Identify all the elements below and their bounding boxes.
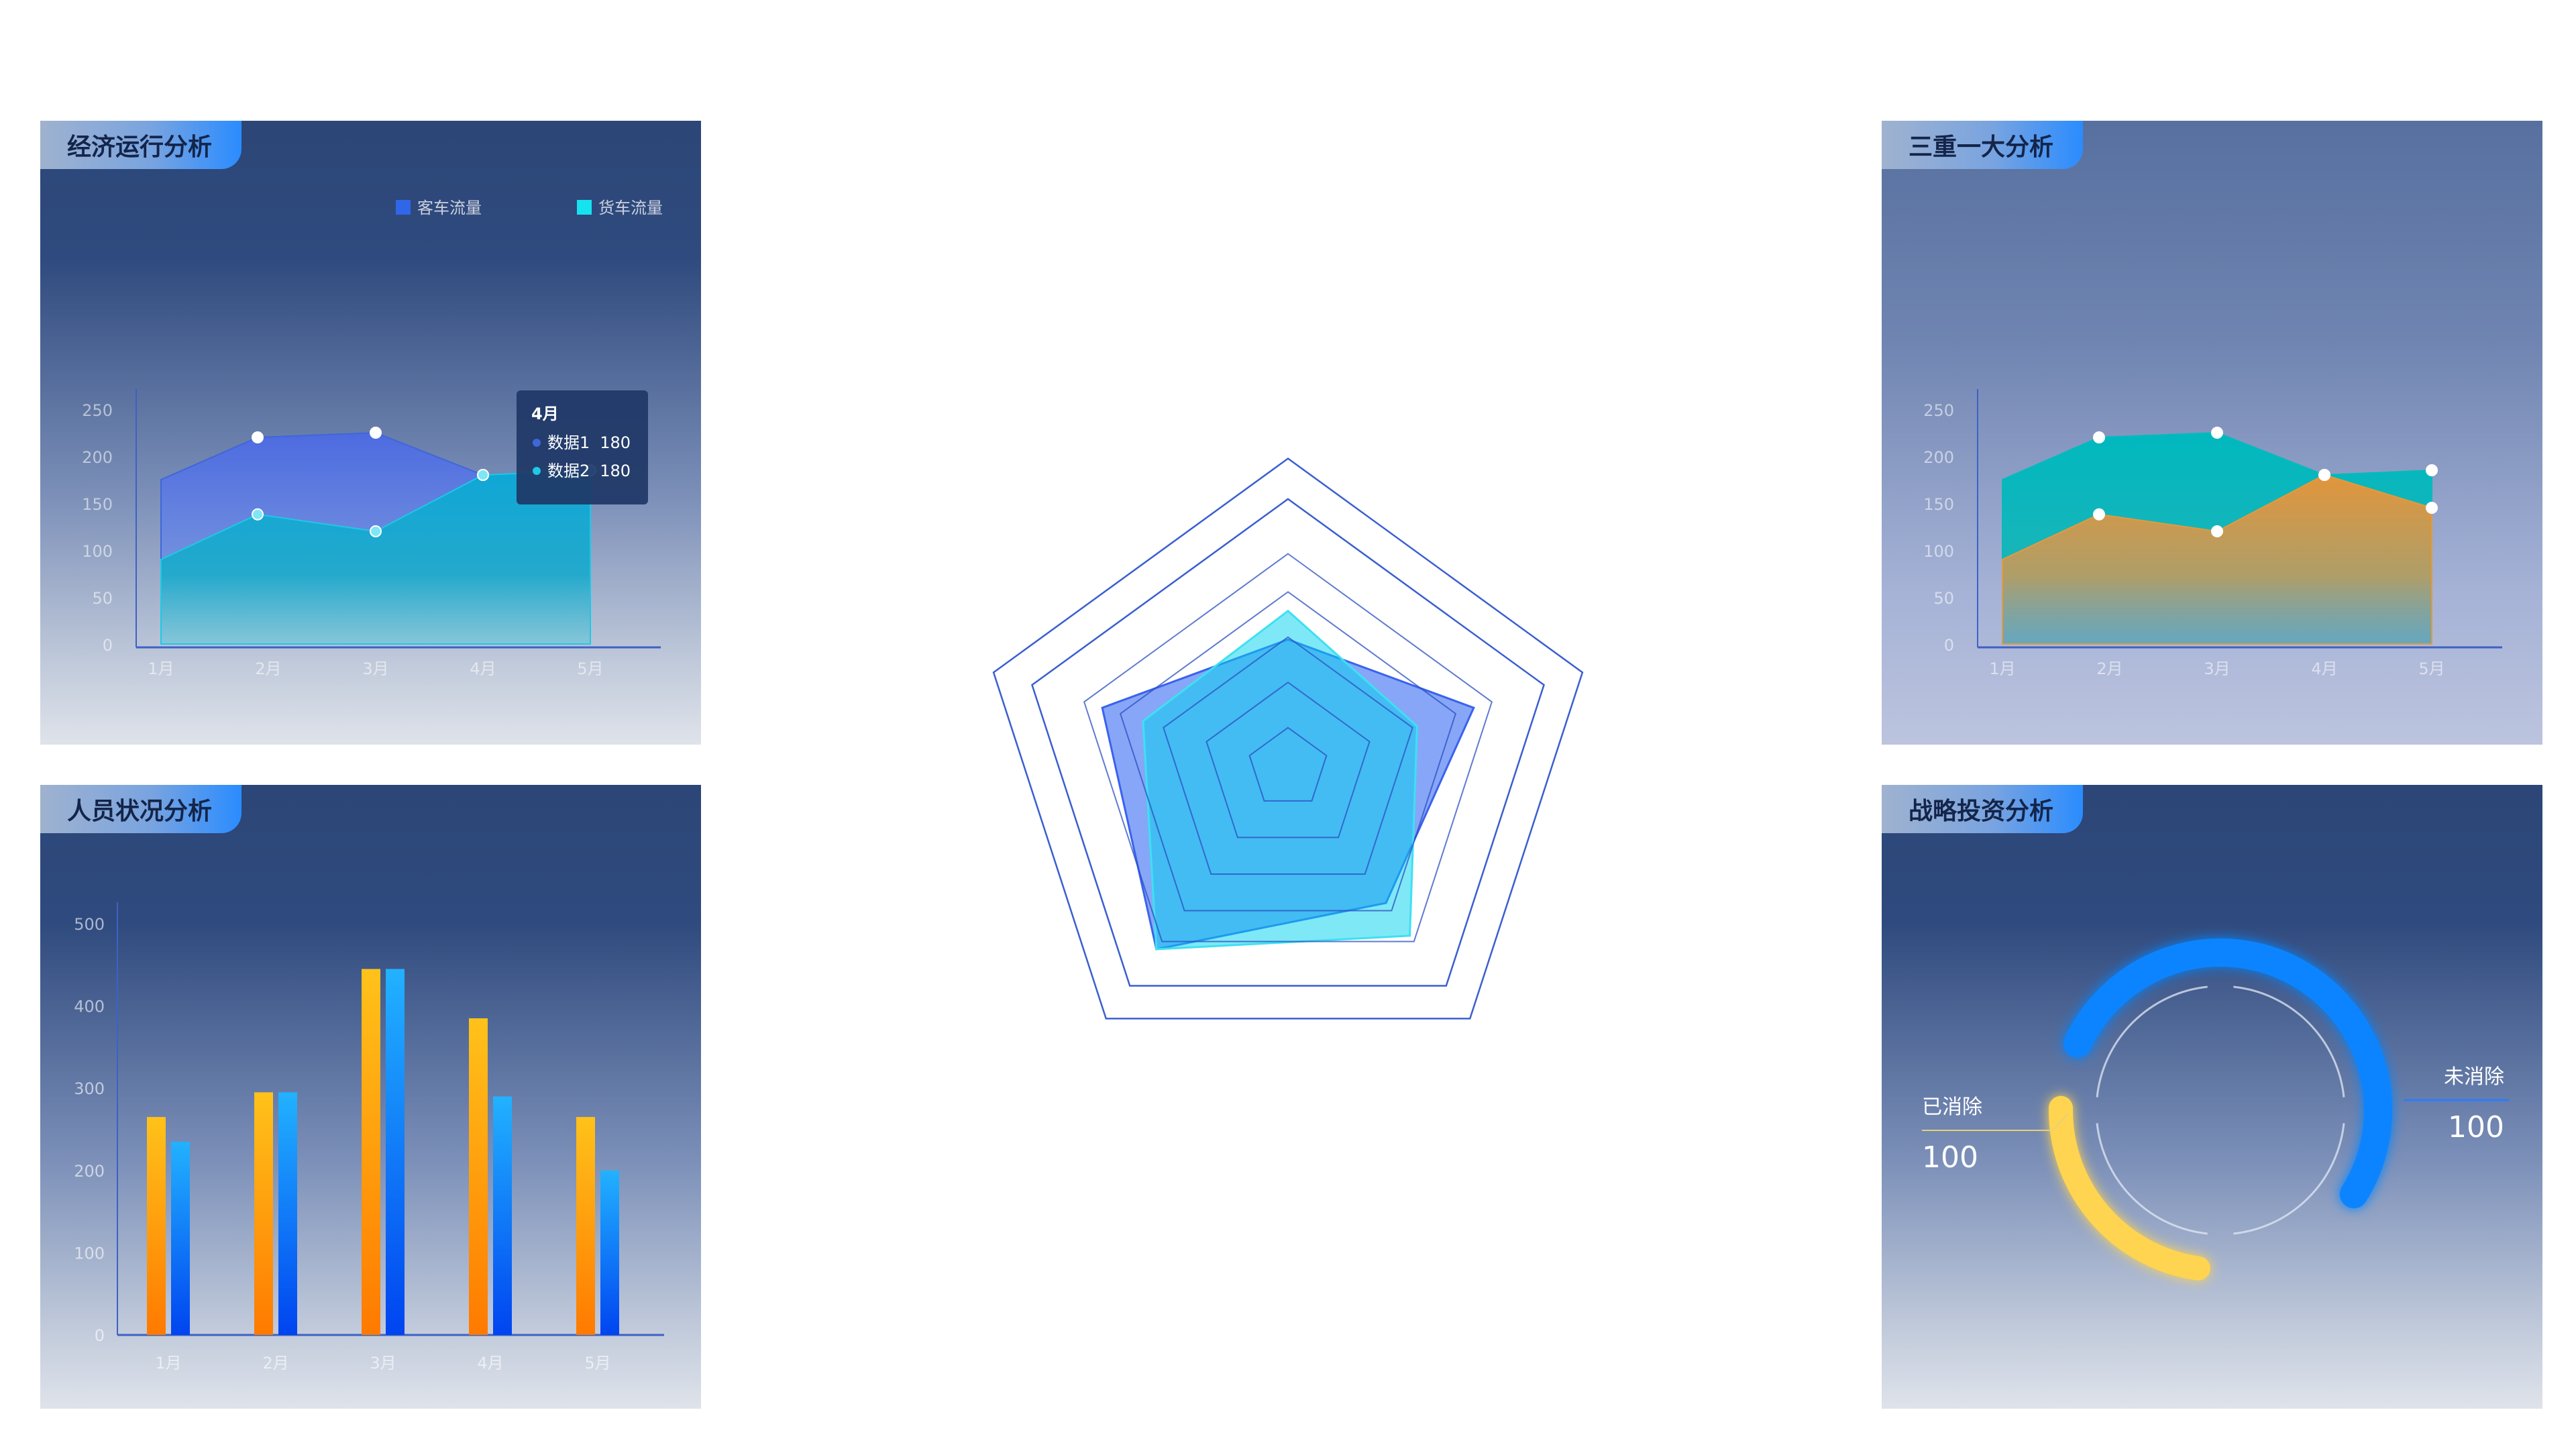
data-point [477,469,489,481]
y-tick-label: 200 [82,448,113,467]
slice-value-eliminated: 100 [1922,1140,1978,1175]
y-tick-label: 250 [82,401,113,420]
data-point [2318,469,2330,481]
y-tick-label: 100 [74,1244,105,1263]
bar-series2 [171,1141,190,1335]
bar-series1 [362,969,380,1335]
pie-slice-remaining [2063,938,2392,1209]
y-tick-label: 0 [95,1326,105,1345]
bar-series2 [278,1092,297,1335]
x-tick-label: 4月 [2311,659,2337,678]
data-point [2426,464,2438,476]
radar-chart [992,457,1584,1020]
x-tick-label: 3月 [370,1354,396,1373]
bar-series1 [254,1092,273,1335]
y-tick-label: 200 [74,1162,105,1181]
triple-panel-title: 三重一大分析 [1882,121,2083,169]
x-tick-label: 5月 [584,1354,610,1373]
y-tick-label: 400 [74,998,105,1016]
strategy-panel: 已消除 100 未消除 100 战略投资分析 [1882,785,2542,1409]
x-tick-label: 2月 [262,1354,288,1373]
y-tick-label: 50 [1933,589,1954,608]
bar-series1 [147,1117,166,1335]
x-tick-label: 1月 [148,659,174,678]
radar-series-area [1142,609,1418,951]
economy-panel: 0 50 100 150 200 250 1月 2月 3月 4月 5月 客车流量 货车流量 4月 数据1 18… [40,121,701,745]
data-point [2211,525,2223,537]
legend-swatch [577,200,592,215]
personnel-panel-title: 人员状况分析 [40,785,241,833]
y-tick-label: 150 [82,495,113,514]
legend-label: 货车流量 [598,199,663,217]
x-tick-label: 4月 [477,1354,503,1373]
x-tick-label: 5月 [577,659,603,678]
x-tick-label: 2月 [2096,659,2123,678]
y-tick-label: 100 [82,542,113,561]
x-tick-label: 5月 [2418,659,2445,678]
x-tick-label: 1月 [1989,659,2015,678]
legend-swatch [396,200,411,215]
slice-label-remaining: 未消除 [2444,1065,2504,1089]
x-tick-label: 3月 [2204,659,2230,678]
tooltip-label: 数据1 [547,433,590,452]
tooltip-label: 数据2 [547,462,590,480]
economy-panel-title: 经济运行分析 [40,121,241,169]
y-tick-label: 0 [1944,636,1954,655]
bar-series1 [576,1117,595,1335]
bar-series1 [469,1018,488,1335]
economy-chart: 0501001502002501月 2月 3月 4月 5月客车流量 货车流量4月数据1 18… [82,199,663,678]
tooltip-value: 180 [600,462,631,480]
bar-series2 [600,1170,619,1335]
y-tick-label: 500 [74,915,105,934]
slice-value-remaining: 100 [2448,1110,2504,1144]
y-tick-label: 0 [103,636,113,655]
legend-label: 客车流量 [417,199,482,217]
data-point [370,525,382,537]
y-tick-label: 50 [92,589,113,608]
triple-chart: 0 50 100 150 200 250 1月 2月 3月 4月 5月 [1923,389,2502,678]
bar-series2 [386,969,405,1335]
x-tick-label: 3月 [362,659,388,678]
y-tick-label: 100 [1923,542,1954,561]
slice-label-eliminated: 已消除 [1922,1095,1982,1119]
data-point [252,508,264,521]
y-tick-label: 250 [1923,401,1954,420]
x-tick-label: 2月 [255,659,281,678]
data-point [2426,502,2438,514]
strategy-chart: 已消除 100 未消除 100 [1922,938,2509,1281]
tooltip-dot [533,439,541,447]
tooltip-title: 4月 [531,405,559,423]
y-tick-label: 200 [1923,448,1954,467]
personnel-panel: 0 100 200 300 400 500 1月 2月 3月 4月 5月 人员状况分析 [40,785,701,1409]
data-point [2093,508,2105,521]
data-point [252,431,264,443]
pie-slice-eliminated [2049,1095,2210,1281]
personnel-chart: 0 100 200 300 400 500 1月 2月 3月 4月 5月 [74,902,664,1373]
tooltip-dot [533,467,541,475]
tooltip-value: 180 [600,433,631,452]
inner-ring-segment [2233,1123,2345,1235]
x-tick-label: 1月 [155,1354,181,1373]
data-point [2093,431,2105,443]
y-tick-label: 300 [74,1079,105,1098]
x-tick-label: 4月 [470,659,496,678]
strategy-panel-title: 战略投资分析 [1882,785,2083,833]
y-tick-label: 150 [1923,495,1954,514]
data-point [2211,427,2223,439]
triple-panel: 0 50 100 150 200 250 1月 2月 3月 4月 5月 三重一大分析 [1882,121,2542,745]
data-point [370,427,382,439]
bar-series2 [493,1096,512,1335]
